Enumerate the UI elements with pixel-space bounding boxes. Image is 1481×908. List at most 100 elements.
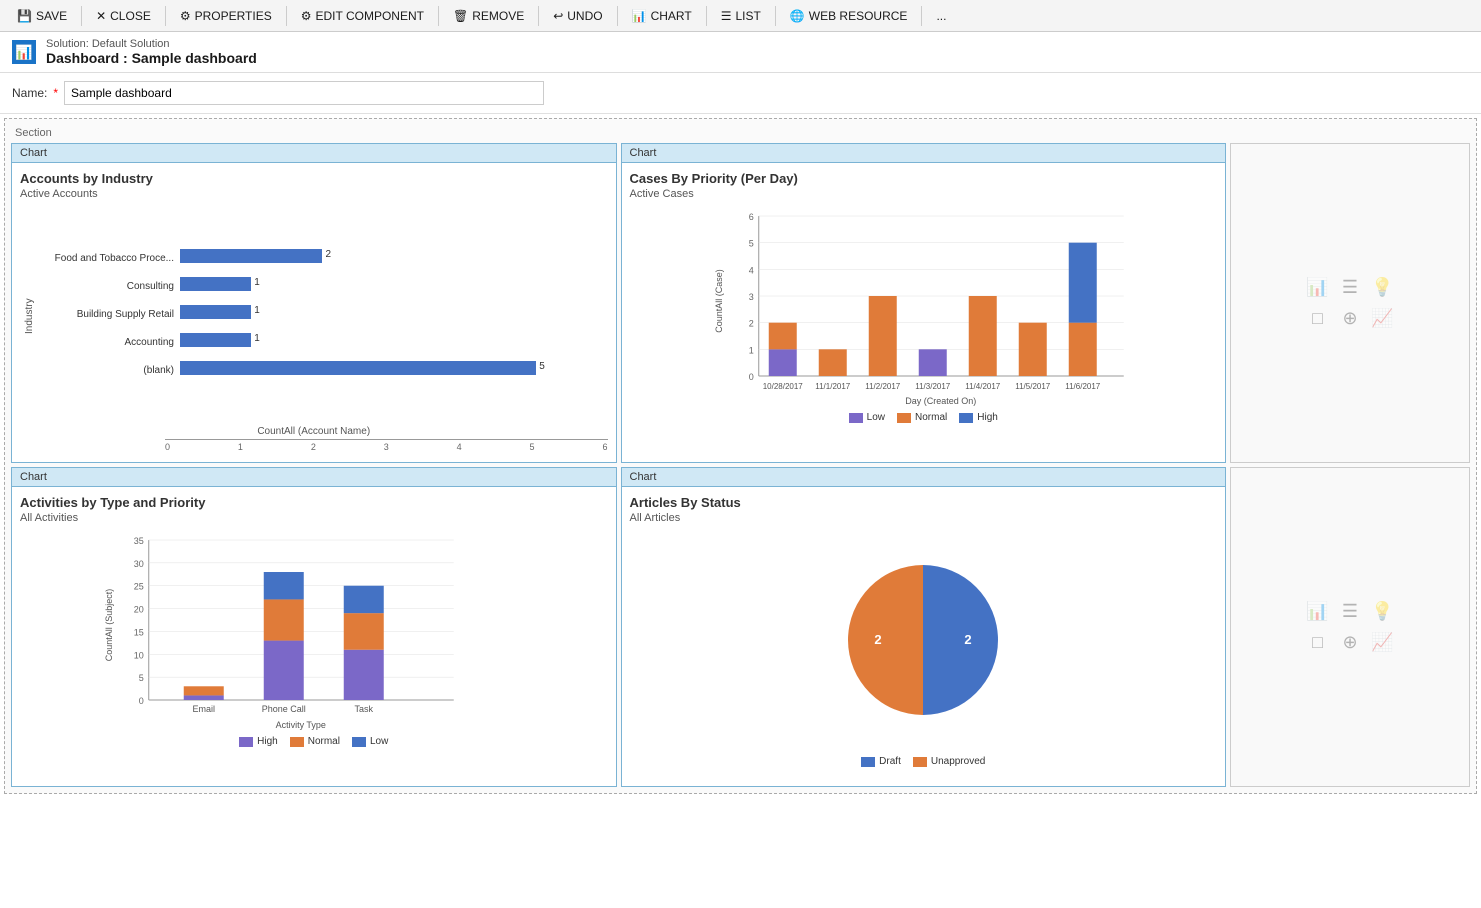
chart2-canvas: 0123456CountAll (Case)10/28/201711/1/201… (630, 206, 1218, 406)
chart-panel-2: Chart Cases By Priority (Per Day) Active… (621, 143, 1227, 463)
circle-icon[interactable]: ⊕ (1339, 308, 1361, 329)
legend-swatch (849, 413, 863, 423)
toolbar-separator (538, 6, 539, 26)
dashboard-icon: 📊 (12, 40, 36, 64)
empty-panel-icons-top: 📊 ☰ 💡 □ ⊕ 📈 (1306, 277, 1393, 329)
axis-tick: 2 (311, 442, 316, 452)
axis-tick: 5 (530, 442, 535, 452)
legend-label: High (977, 412, 998, 423)
legend-swatch (352, 737, 366, 747)
chart3-title: Activities by Type and Priority (20, 495, 608, 510)
svg-text:15: 15 (134, 627, 144, 637)
list-icon2[interactable]: ☰ (1339, 601, 1361, 622)
legend-swatch (913, 757, 927, 767)
line-chart-icon2[interactable]: 📈 (1371, 632, 1393, 653)
legend-swatch (897, 413, 911, 423)
chart-body-4: Articles By Status All Articles 22 Draft… (622, 487, 1226, 786)
edit-component-button[interactable]: ⚙ EDIT COMPONENT (292, 5, 433, 27)
chart1-x-axis-label: CountAll (Account Name) (20, 426, 608, 437)
legend-label: Low (867, 412, 885, 423)
more-button[interactable]: ... (927, 5, 955, 27)
circle-icon2[interactable]: ⊕ (1339, 632, 1361, 653)
legend-item: Low (849, 412, 885, 423)
chart1-bar-row: Consulting1 (35, 277, 608, 295)
empty-panel-icons-bottom: 📊 ☰ 💡 □ ⊕ 📈 (1306, 601, 1393, 653)
chart-panel-4: Chart Articles By Status All Articles 22… (621, 467, 1227, 787)
legend-swatch (959, 413, 973, 423)
toolbar-separator (706, 6, 707, 26)
list-button[interactable]: ☰ LIST (712, 5, 770, 27)
undo-icon: ↩ (553, 9, 563, 23)
legend-item: High (959, 412, 998, 423)
empty-panel-top: 📊 ☰ 💡 □ ⊕ 📈 (1230, 143, 1470, 463)
bar-fill (180, 305, 251, 319)
svg-text:30: 30 (134, 559, 144, 569)
svg-text:5: 5 (748, 239, 753, 249)
chart2-title: Cases By Priority (Per Day) (630, 171, 1218, 186)
bar-fill (180, 361, 536, 375)
bar-chart-icon2[interactable]: 📊 (1306, 601, 1328, 622)
legend-item: Normal (290, 736, 340, 747)
bar-label: Food and Tobacco Proce... (35, 253, 180, 264)
bar-label: Accounting (35, 337, 180, 348)
svg-text:10/28/2017: 10/28/2017 (762, 382, 803, 391)
chart1-bars: Food and Tobacco Proce...2Consulting1Bui… (35, 206, 608, 426)
legend-item: Draft (861, 756, 901, 767)
remove-button[interactable]: 🗑 REMOVE (444, 5, 533, 27)
square-icon[interactable]: □ (1306, 308, 1328, 329)
bulb-icon[interactable]: 💡 (1371, 277, 1393, 298)
dashboard-grid: Chart Accounts by Industry Active Accoun… (11, 143, 1470, 787)
properties-button[interactable]: ⚙ PROPERTIES (171, 5, 281, 27)
legend-item: Normal (897, 412, 947, 423)
legend-swatch (239, 737, 253, 747)
pie-label: 2 (875, 632, 882, 647)
chart3-subtitle: All Activities (20, 512, 608, 524)
chart3-canvas: 05101520253035CountAll (Subject)EmailPho… (20, 530, 608, 730)
chart2-legend: Low Normal High (630, 412, 1218, 423)
svg-text:Phone Call: Phone Call (262, 704, 306, 714)
dashboard-area: Section Chart Accounts by Industry Activ… (4, 118, 1477, 794)
toolbar-separator (81, 6, 82, 26)
line-chart-icon[interactable]: 📈 (1371, 308, 1393, 329)
close-button[interactable]: ✕ CLOSE (87, 5, 160, 27)
legend-label: Draft (879, 756, 901, 767)
toolbar-separator (165, 6, 166, 26)
chart4-canvas: 22 (630, 530, 1218, 750)
svg-text:20: 20 (134, 605, 144, 615)
name-input[interactable] (64, 81, 544, 105)
chart1-x-axis: 0123456 (165, 439, 608, 452)
svg-text:0: 0 (748, 372, 753, 382)
svg-text:Task: Task (354, 704, 373, 714)
toolbar-separator (617, 6, 618, 26)
legend-item: Low (352, 736, 388, 747)
name-label: Name: (12, 86, 47, 100)
bulb-icon2[interactable]: 💡 (1371, 601, 1393, 622)
chart2-subtitle: Active Cases (630, 188, 1218, 200)
web-resource-button[interactable]: 🌐 WEB RESOURCE (781, 5, 917, 27)
save-icon: 💾 (17, 9, 32, 23)
legend-item: High (239, 736, 278, 747)
svg-text:11/4/2017: 11/4/2017 (965, 382, 1001, 391)
legend-swatch (290, 737, 304, 747)
pie-slice (923, 565, 998, 715)
chart-panel-3: Chart Activities by Type and Priority Al… (11, 467, 617, 787)
svg-text:4: 4 (748, 265, 753, 275)
name-row: Name: * (0, 73, 1481, 114)
svg-text:11/6/2017: 11/6/2017 (1065, 382, 1101, 391)
bar-fill (180, 277, 251, 291)
chart-button[interactable]: 📊 CHART (623, 5, 701, 27)
svg-text:5: 5 (139, 673, 144, 683)
undo-button[interactable]: ↩ UNDO (544, 5, 611, 27)
svg-text:11/3/2017: 11/3/2017 (915, 382, 951, 391)
chart1-y-axis-label: Industry (20, 206, 35, 426)
legend-label: Unapproved (931, 756, 985, 767)
svg-text:11/5/2017: 11/5/2017 (1015, 382, 1051, 391)
list-icon[interactable]: ☰ (1339, 277, 1361, 298)
chart-header-1: Chart (12, 144, 616, 163)
square-icon2[interactable]: □ (1306, 632, 1328, 653)
save-button[interactable]: 💾 SAVE (8, 5, 76, 27)
bar-chart-icon[interactable]: 📊 (1306, 277, 1328, 298)
bar-value: 5 (539, 361, 545, 372)
pie-label: 2 (965, 632, 972, 647)
axis-tick: 4 (457, 442, 462, 452)
